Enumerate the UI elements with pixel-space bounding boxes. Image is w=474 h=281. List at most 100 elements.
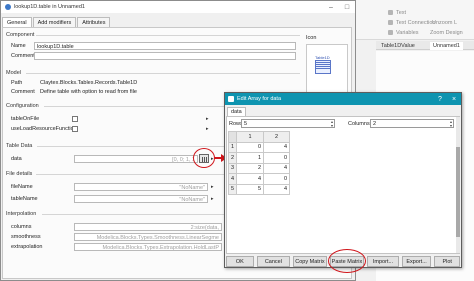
tab-data[interactable]: data (227, 107, 246, 116)
bg-tool-text-connection[interactable]: Text Connection (388, 18, 435, 27)
minimize-icon[interactable]: – (323, 4, 339, 11)
bg-tool-zoom[interactable]: Zoom Design (430, 28, 463, 37)
dialog-title: lookup1D.table in Unnamed1 (14, 4, 85, 10)
grid-cell[interactable]: 2 (236, 162, 265, 174)
comment-field[interactable] (34, 52, 296, 60)
row-header[interactable]: 1 (227, 141, 238, 153)
divider (44, 106, 224, 107)
grid-cell[interactable]: 0 (236, 141, 265, 153)
extrapolation-field[interactable]: Modelica.Blocks.Types.Extrapolation.Hold… (74, 243, 222, 251)
grid-cell[interactable]: 4 (263, 162, 291, 174)
grid-cell[interactable]: 4 (263, 141, 291, 153)
divider (36, 35, 300, 36)
tablename-field[interactable]: "NoName" (74, 195, 208, 203)
tablename-dropdown-icon[interactable]: ▸ (211, 196, 214, 202)
grid-cell[interactable]: 1 (236, 152, 265, 164)
column-header[interactable]: 2 (263, 131, 291, 143)
table-row: 4 4 0 (227, 173, 291, 185)
filename-label: fileName (11, 184, 33, 190)
ok-button[interactable]: OK (226, 256, 254, 267)
path-label: Path (11, 80, 23, 86)
name-label: Name (11, 43, 26, 49)
grid-cell[interactable]: 4 (263, 183, 291, 195)
icon-label: Icon (306, 35, 317, 41)
cancel-button[interactable]: Cancel (256, 256, 291, 267)
text-connection-icon (388, 20, 393, 25)
columns-field[interactable]: 2:size(data, (74, 223, 222, 231)
import-button[interactable]: Import... (367, 256, 399, 267)
scrollbar-thumb[interactable] (456, 147, 460, 237)
columns-label: columns (11, 224, 32, 230)
close-icon[interactable]: × (447, 96, 461, 103)
data-label: data (11, 156, 22, 162)
filename-field[interactable]: "NoName" (74, 183, 208, 191)
tab-general[interactable]: General (2, 17, 32, 27)
filename-dropdown-icon[interactable]: ▸ (211, 184, 214, 190)
export-button[interactable]: Export... (401, 256, 432, 267)
bg-tool-variables[interactable]: Variables (388, 28, 419, 37)
section-file-details: File details (6, 171, 33, 177)
section-interpolation: Interpolation (6, 211, 37, 217)
annotation-circle (193, 148, 215, 168)
bg-tool-unzoom[interactable]: Unzoom L (432, 18, 457, 27)
section-model: Model (6, 70, 21, 76)
table-row: 2 1 0 (227, 152, 291, 164)
useloadresource-label: useLoadResourceFunction (11, 126, 77, 132)
grid-cell[interactable]: 5 (236, 183, 265, 195)
name-field[interactable]: lookup1D.table (34, 42, 296, 50)
bg-tab-unnamed1[interactable]: Unnamed1 (430, 42, 463, 50)
divider (42, 214, 224, 215)
tab-attributes[interactable]: Attributes (77, 17, 111, 27)
maximize-icon[interactable]: □ (339, 4, 355, 11)
table-row: 3 2 4 (227, 162, 291, 174)
row-header[interactable]: 2 (227, 152, 238, 164)
grid-cell[interactable]: 0 (263, 173, 291, 185)
grid-cell[interactable]: 0 (263, 152, 291, 164)
help-icon[interactable]: ? (433, 96, 447, 103)
app-icon (5, 4, 11, 10)
text-icon (388, 10, 393, 15)
tableonfile-label: tableOnFile (11, 116, 40, 122)
copy-matrix-button[interactable]: Copy Matrix (293, 256, 327, 267)
section-table-data: Table Data (6, 143, 33, 149)
useloadresource-checkbox[interactable] (72, 126, 78, 132)
data-field[interactable]: [0, 0; 1, 1 (74, 155, 198, 163)
section-configuration: Configuration (6, 103, 39, 109)
columns-spinner[interactable]: 2 ▴ ▾ (370, 119, 454, 128)
spinner-arrows-icon[interactable]: ▴ ▾ (450, 120, 452, 128)
table-row: 1 0 4 (227, 141, 291, 153)
grid-corner[interactable] (227, 131, 238, 143)
tablename-label: tableName (11, 196, 38, 202)
bg-tool-text[interactable]: Text (388, 8, 406, 17)
divider (36, 174, 224, 175)
variables-icon (388, 30, 393, 35)
table-icon: Table1D (315, 55, 331, 74)
comment-label: Comment (11, 53, 35, 59)
useloadresource-dropdown-icon[interactable]: ▸ (206, 126, 209, 132)
spinner-arrows-icon[interactable]: ▴ ▾ (331, 120, 333, 128)
columns-count-label: Columns (348, 121, 370, 127)
icon-caption: Table1D (315, 55, 330, 60)
vertical-scrollbar[interactable] (456, 117, 460, 253)
grid-cell[interactable]: 4 (236, 173, 265, 185)
row-header[interactable]: 5 (227, 183, 238, 195)
smoothness-field[interactable]: Modelica.Blocks.Types.Smoothness.LinearS… (74, 233, 222, 241)
column-header[interactable]: 1 (236, 131, 265, 143)
annotation-circle (328, 249, 366, 273)
parameter-dialog-titlebar[interactable]: lookup1D.table in Unnamed1 – □ (1, 1, 355, 13)
tableonfile-dropdown-icon[interactable]: ▸ (206, 116, 209, 122)
row-header[interactable]: 4 (227, 173, 238, 185)
plot-button[interactable]: Plot (434, 256, 461, 267)
table-row: 5 5 4 (227, 183, 291, 195)
edit-array-titlebar[interactable]: Edit Array for data ? × (225, 93, 461, 105)
tableonfile-checkbox[interactable] (72, 116, 78, 122)
divider (26, 73, 300, 74)
rows-spinner[interactable]: 5 ▴ ▾ (241, 119, 335, 128)
dialog-icon (228, 96, 234, 102)
tab-add-modifiers[interactable]: Add modifiers (32, 17, 77, 27)
model-comment-value: Define table with option to read from fi… (40, 89, 137, 95)
bg-tab-table1dvalue[interactable]: Table1DValue (378, 42, 418, 50)
model-comment-label: Comment (11, 89, 35, 95)
extrapolation-label: extrapolation (11, 244, 43, 250)
row-header[interactable]: 3 (227, 162, 238, 174)
